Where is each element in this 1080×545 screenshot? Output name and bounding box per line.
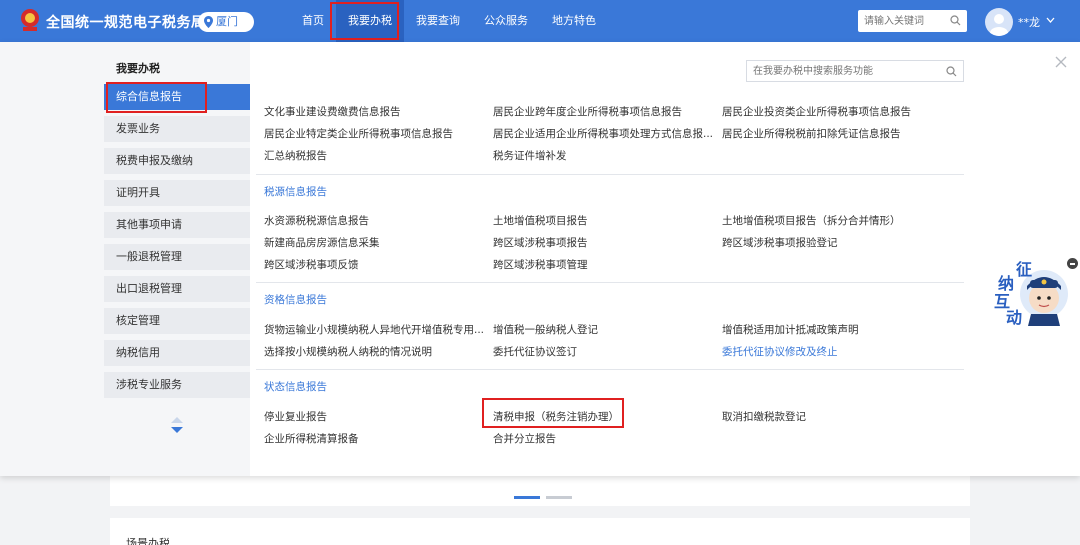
top-header: 全国统一规范电子税务局 厦门 首页 我要办税 我要查询 公众服务 地方特色 **… xyxy=(0,0,1080,42)
carousel-dot[interactable] xyxy=(546,496,572,499)
service-link[interactable]: 增值税一般纳税人登记 xyxy=(493,322,598,337)
service-link[interactable]: 跨区域涉税事项反馈 xyxy=(264,257,359,272)
interaction-assistant-widget[interactable]: 征 纳 互 动 xyxy=(994,258,1070,327)
sidebar-item-other-application[interactable]: 其他事项申请 xyxy=(104,212,250,238)
section-title-status: 状态信息报告 xyxy=(264,381,327,393)
background-scene-card xyxy=(110,518,970,545)
service-link[interactable]: 居民企业适用企业所得税事项处理方式信息报... xyxy=(493,126,713,141)
sidebar-title: 我要办税 xyxy=(116,62,160,75)
service-link[interactable]: 跨区域涉税事项管理 xyxy=(493,257,588,272)
city-selector[interactable]: 厦门 xyxy=(198,12,254,32)
assistant-minimize-button[interactable] xyxy=(1067,258,1078,269)
city-label: 厦门 xyxy=(216,15,238,28)
nav-local-feature[interactable]: 地方特色 xyxy=(540,0,608,42)
search-icon[interactable] xyxy=(946,66,957,77)
nav-query[interactable]: 我要查询 xyxy=(404,0,472,42)
assistant-char: 动 xyxy=(1006,308,1023,327)
sidebar-item-declaration-payment[interactable]: 税费申报及缴纳 xyxy=(104,148,250,174)
carousel-dot-active[interactable] xyxy=(514,496,540,499)
service-link[interactable]: 合并分立报告 xyxy=(493,431,556,446)
category-sidebar: 我要办税 综合信息报告 发票业务 税费申报及缴纳 证明开具 其他事项申请 一般退… xyxy=(0,42,250,476)
service-link[interactable]: 跨区域涉税事项报验登记 xyxy=(722,235,838,250)
content-search-box[interactable] xyxy=(746,60,964,82)
scene-card-title: 场景办税 xyxy=(126,537,170,545)
background-banner-card xyxy=(110,476,970,506)
sidebar-item-export-refund[interactable]: 出口退税管理 xyxy=(104,276,250,302)
sidebar-item-assessment[interactable]: 核定管理 xyxy=(104,308,250,334)
sidebar-item-certificate[interactable]: 证明开具 xyxy=(104,180,250,206)
header-search-box[interactable] xyxy=(858,10,967,32)
service-link[interactable]: 新建商品房房源信息采集 xyxy=(264,235,380,250)
service-link[interactable]: 停业复业报告 xyxy=(264,409,327,424)
service-link-hovered[interactable]: 委托代征协议修改及终止 xyxy=(722,344,838,359)
sidebar-item-general-refund[interactable]: 一般退税管理 xyxy=(104,244,250,270)
service-link[interactable]: 选择按小规模纳税人纳税的情况说明 xyxy=(264,344,432,359)
link-annotation-box xyxy=(482,398,624,428)
header-search-input[interactable] xyxy=(864,13,946,29)
user-avatar-icon xyxy=(990,14,1008,36)
service-link[interactable]: 税务证件增补发 xyxy=(493,148,567,163)
service-link[interactable]: 水资源税税源信息报告 xyxy=(264,213,369,228)
section-divider xyxy=(256,369,964,370)
content-search-input[interactable] xyxy=(753,63,938,79)
location-pin-icon xyxy=(204,16,213,28)
nav-annotation-box xyxy=(330,2,399,40)
service-link[interactable]: 汇总纳税报告 xyxy=(264,148,327,163)
user-name[interactable]: **龙 xyxy=(1018,14,1040,30)
sidebar-item-credit[interactable]: 纳税信用 xyxy=(104,340,250,366)
service-link[interactable]: 居民企业投资类企业所得税事项信息报告 xyxy=(722,104,911,119)
service-link[interactable]: 居民企业特定类企业所得税事项信息报告 xyxy=(264,126,453,141)
user-avatar[interactable] xyxy=(985,8,1013,36)
sidebar-item-professional-service[interactable]: 涉税专业服务 xyxy=(104,372,250,398)
section-divider xyxy=(256,282,964,283)
section-title-tax-source: 税源信息报告 xyxy=(264,186,327,198)
service-link[interactable]: 货物运输业小规模纳税人异地代开增值税专用... xyxy=(264,322,484,337)
service-link[interactable]: 增值税适用加计抵减政策声明 xyxy=(722,322,859,337)
service-link[interactable]: 居民企业所得税税前扣除凭证信息报告 xyxy=(722,126,901,141)
tax-emblem-logo-icon xyxy=(21,9,39,31)
tax-handling-dropdown-panel: 我要办税 综合信息报告 发票业务 税费申报及缴纳 证明开具 其他事项申请 一般退… xyxy=(0,42,1080,476)
sidebar-item-invoice[interactable]: 发票业务 xyxy=(104,116,250,142)
service-link[interactable]: 跨区域涉税事项报告 xyxy=(493,235,588,250)
nav-public-service[interactable]: 公众服务 xyxy=(472,0,540,42)
service-link[interactable]: 委托代征协议签订 xyxy=(493,344,577,359)
section-divider xyxy=(256,174,964,175)
service-link[interactable]: 土地增值税项目报告（拆分合并情形） xyxy=(722,213,901,228)
service-link[interactable]: 居民企业跨年度企业所得税事项信息报告 xyxy=(493,104,682,119)
service-link[interactable]: 土地增值税项目报告 xyxy=(493,213,588,228)
scroll-arrows-icon[interactable] xyxy=(170,416,184,436)
search-icon[interactable] xyxy=(950,15,961,26)
assistant-char: 征 xyxy=(1016,260,1033,279)
service-link[interactable]: 文化事业建设费缴费信息报告 xyxy=(264,104,401,119)
close-icon[interactable] xyxy=(1055,56,1067,68)
service-link[interactable]: 企业所得税清算报备 xyxy=(264,431,359,446)
section-title-qualification: 资格信息报告 xyxy=(264,294,327,306)
sidebar-annotation-box xyxy=(106,82,207,113)
service-link[interactable]: 取消扣缴税款登记 xyxy=(722,409,806,424)
site-title[interactable]: 全国统一规范电子税务局 xyxy=(46,12,206,32)
chevron-down-icon[interactable] xyxy=(1046,17,1055,24)
